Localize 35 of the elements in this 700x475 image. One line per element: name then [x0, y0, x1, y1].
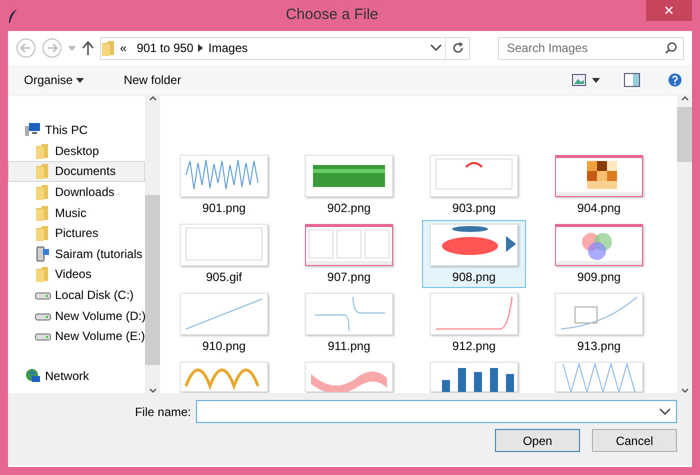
search-field[interactable]: Search Images [498, 36, 684, 60]
sidebar-item[interactable]: New Volume (D:) [8, 305, 145, 326]
sidebar-item[interactable]: Desktop [8, 140, 145, 162]
file-item[interactable]: 904.png [547, 151, 651, 219]
window-title: Choose a File [284, 5, 380, 26]
breadcrumb-item[interactable]: 901 to 950 [132, 39, 198, 57]
breadcrumb-item[interactable]: Images [203, 39, 253, 57]
file-item[interactable]: 901.png [172, 151, 276, 219]
sidebar-item[interactable]: Network [8, 366, 145, 386]
close-button[interactable]: ✕ [646, 0, 692, 21]
open-button[interactable]: Open [495, 429, 580, 452]
cancel-button[interactable]: Cancel [592, 429, 677, 452]
sidebar-item[interactable]: Videos [8, 264, 145, 285]
organise-button[interactable]: Organise [18, 69, 90, 91]
file-item[interactable]: 908.png [422, 220, 526, 288]
field-label: File name: [134, 404, 191, 420]
sidebar-item[interactable]: Downloads [8, 182, 145, 202]
sidebar-item[interactable]: Local Disk (C:) [8, 284, 145, 306]
file-item[interactable]: 912.png [422, 289, 526, 357]
sidebar-item[interactable]: This PC [8, 120, 145, 141]
new-folder-button[interactable]: New folder [118, 69, 188, 91]
sidebar-item[interactable]: Sairam (tutorials [8, 244, 145, 264]
file-item[interactable]: 907.png [297, 220, 401, 288]
file-item[interactable]: 903.png [422, 151, 526, 219]
sidebar-item[interactable]: Documents [8, 161, 145, 182]
file-item[interactable]: 910.png [172, 289, 276, 357]
file-item[interactable]: 909.png [547, 220, 651, 288]
sidebar-item[interactable]: Pictures [8, 222, 145, 244]
sidebar-item[interactable]: New Volume (E:) [8, 326, 145, 347]
file-item[interactable]: 911.png [297, 289, 401, 357]
file-item[interactable]: 913.png [547, 289, 651, 357]
overflow-chevron[interactable]: « [115, 39, 132, 57]
file-item[interactable]: 902.png [297, 151, 401, 219]
sidebar-item[interactable]: Music [8, 202, 145, 223]
file-item[interactable]: 905.gif [172, 220, 276, 288]
